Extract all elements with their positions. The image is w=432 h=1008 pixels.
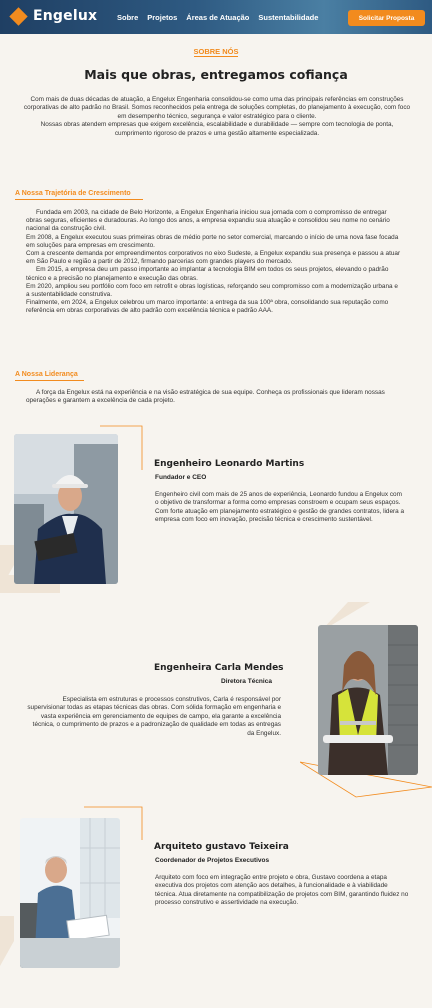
nav-item-sustentabilidade[interactable]: Sustentabilidade xyxy=(258,13,318,22)
history-heading: A Nossa Trajetória de Crescimento xyxy=(15,190,131,197)
site-header: Engelux Sobre Projetos Áreas de Atuação … xyxy=(0,0,432,34)
leadership-intro: A força da Engelux está na experiência e… xyxy=(26,389,385,405)
leonardo-photo xyxy=(14,434,118,584)
main-nav: Sobre Projetos Áreas de Atuação Sustenta… xyxy=(117,13,327,22)
history-text: Fundada em 2003, na cidade de Belo Horiz… xyxy=(26,209,402,316)
intro-text: Com mais de duas décadas de atuação, a E… xyxy=(23,96,411,137)
history-paragraph: Com a crescente demanda por empreendimen… xyxy=(26,250,401,266)
person-name: Arquiteto gustavo Teixeira xyxy=(154,842,289,852)
eyebrow-underline xyxy=(194,56,238,57)
page-title: Mais que obras, entregamos cofiança xyxy=(84,67,348,82)
brand-logo[interactable]: Engelux xyxy=(9,6,98,26)
history-paragraph: Em 2008, a Engelux executou suas primeir… xyxy=(26,233,399,249)
history-heading-underline xyxy=(15,199,143,200)
carla-photo xyxy=(318,625,418,775)
history-paragraph: Em 2020, ampliou seu portfólio com foco … xyxy=(26,282,398,299)
history-paragraph: Finalmente, em 2024, a Engelux celebrou … xyxy=(26,299,389,315)
history-paragraph: Fundada em 2003, na cidade de Belo Horiz… xyxy=(26,209,390,233)
person-role: Coordenador de Projetos Executivos xyxy=(155,857,270,864)
diamond-logo-icon xyxy=(9,6,28,26)
nav-item-projetos[interactable]: Projetos xyxy=(147,13,177,22)
nav-item-sobre[interactable]: Sobre xyxy=(117,13,138,22)
section-eyebrow: SOBRE NÓS xyxy=(193,47,239,56)
person-name: Engenheiro Leonardo Martins xyxy=(154,459,305,469)
history-paragraph: Em 2015, a empresa deu um passo importan… xyxy=(26,266,389,282)
leadership-heading: A Nossa Liderança xyxy=(15,371,78,378)
person-name: Engenheira Carla Mendes xyxy=(154,663,284,673)
person-role: Diretora Técnica xyxy=(221,678,272,685)
person-role: Fundador e CEO xyxy=(155,474,207,481)
brand-name: Engelux xyxy=(33,8,98,24)
gustavo-photo xyxy=(20,818,120,968)
person-bio: Arquiteto com foco em integração entre p… xyxy=(155,874,409,907)
nav-item-areas[interactable]: Áreas de Atuação xyxy=(186,13,249,22)
person-bio: Engenheiro civil com mais de 25 anos de … xyxy=(155,491,405,524)
leadership-heading-underline xyxy=(15,380,84,381)
request-proposal-button[interactable]: Solicitar Proposta xyxy=(348,10,425,26)
person-bio: Especialista em estruturas e processos c… xyxy=(27,696,281,737)
